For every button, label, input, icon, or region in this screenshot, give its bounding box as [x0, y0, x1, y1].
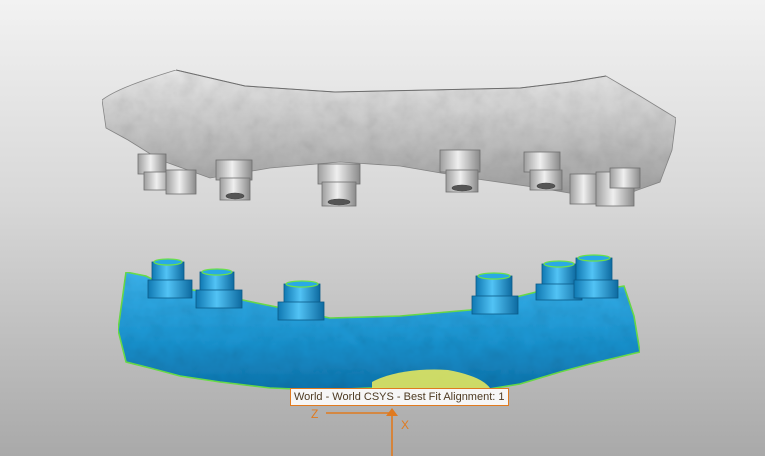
abutment-rim	[153, 258, 183, 266]
z-axis-label: Z	[311, 407, 319, 421]
upper-abutment[interactable]	[165, 169, 197, 195]
upper-abutment[interactable]	[523, 151, 561, 173]
lower-gingiva-mesh[interactable]	[117, 254, 641, 393]
screw-hole	[451, 184, 473, 192]
upper-screw-holes	[225, 182, 556, 206]
lower-abutment[interactable]	[277, 301, 325, 321]
upper-abutment[interactable]	[609, 167, 641, 189]
upper-abutment[interactable]	[215, 159, 253, 181]
lower-abutment[interactable]	[195, 289, 243, 309]
abutment-rim	[285, 280, 319, 288]
abutment-rim	[477, 272, 511, 280]
screw-hole	[225, 192, 245, 200]
abutment-rim	[577, 254, 611, 262]
upper-abutment[interactable]	[569, 173, 601, 205]
csys-axes[interactable]	[326, 408, 398, 456]
upper-abutment[interactable]	[317, 163, 361, 185]
x-axis-label: X	[401, 418, 410, 432]
lower-abutment[interactable]	[147, 279, 193, 299]
3d-viewport[interactable]: World - World CSYS - Best Fit Alignment:…	[0, 0, 765, 456]
abutment-rim	[201, 268, 233, 276]
lower-abutment[interactable]	[471, 295, 519, 315]
origin-marker	[386, 408, 398, 416]
upper-abutment[interactable]	[439, 149, 481, 173]
csys-label: World - World CSYS - Best Fit Alignment:…	[290, 388, 509, 406]
upper-prosthesis-mesh[interactable]	[101, 69, 677, 207]
screw-hole	[327, 198, 351, 206]
screw-hole	[536, 182, 556, 190]
lower-abutment[interactable]	[573, 279, 619, 299]
upper-abutment[interactable]	[137, 153, 167, 175]
abutment-rim	[543, 260, 575, 268]
